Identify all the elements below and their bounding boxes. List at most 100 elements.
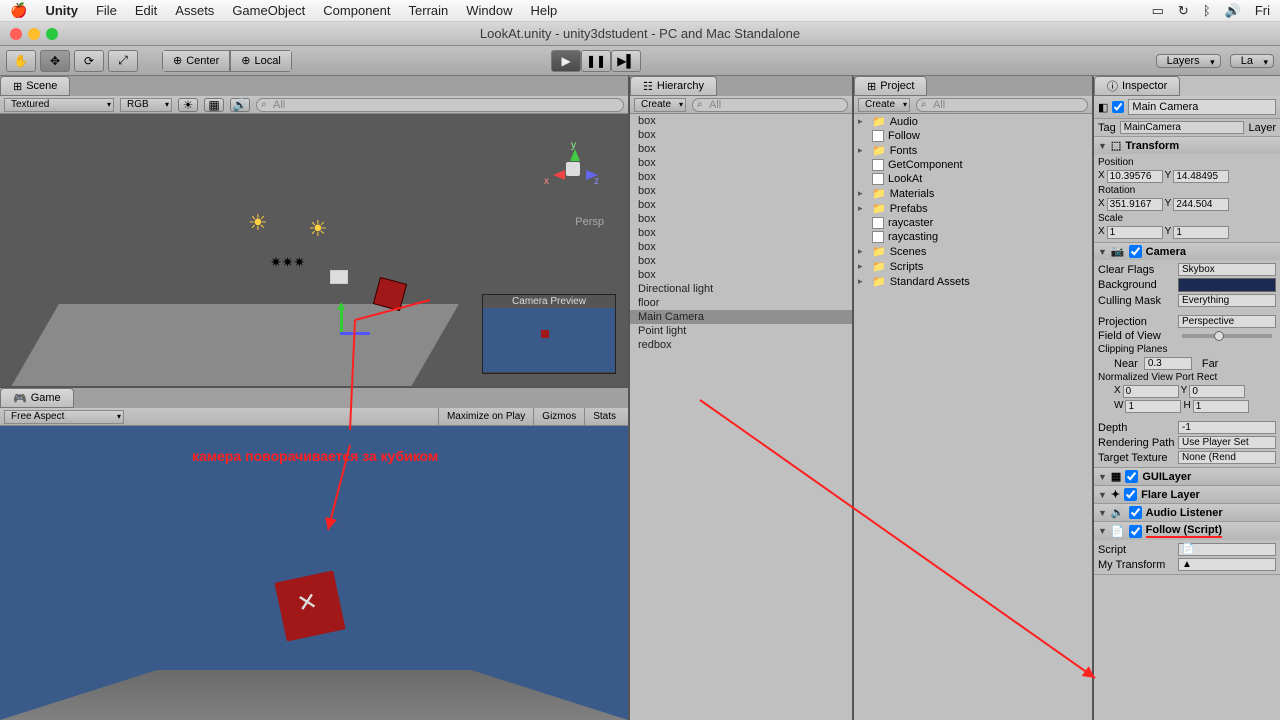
hierarchy-search[interactable]: All	[692, 98, 848, 112]
clock[interactable]: Fri	[1255, 3, 1270, 18]
pos-y-field[interactable]	[1173, 170, 1229, 183]
apple-icon[interactable]: 🍎	[10, 2, 27, 19]
fx-toggle[interactable]: ▦	[204, 98, 224, 112]
scene-search[interactable]: All	[256, 98, 624, 112]
scale-x-field[interactable]	[1107, 226, 1163, 239]
rendermode-dropdown[interactable]: RGB	[120, 98, 172, 112]
hierarchy-item[interactable]: floor	[630, 296, 852, 310]
light-icon[interactable]: ☀	[248, 210, 268, 236]
hierarchy-item[interactable]: box	[630, 198, 852, 212]
rot-y-field[interactable]	[1173, 198, 1229, 211]
menu-gameobject[interactable]: GameObject	[232, 3, 305, 18]
gizmo-y-axis[interactable]	[340, 304, 343, 334]
scale-y-field[interactable]	[1173, 226, 1229, 239]
maximize-button[interactable]: Maximize on Play	[438, 408, 533, 425]
hierarchy-item[interactable]: box	[630, 128, 852, 142]
game-view[interactable]: камера поворачивается за кубиком	[0, 426, 628, 720]
project-item[interactable]: ▸Scenes	[854, 244, 1092, 259]
hierarchy-item[interactable]: redbox	[630, 338, 852, 352]
scale-tool-button[interactable]: ⤢	[108, 50, 138, 72]
menu-file[interactable]: File	[96, 3, 117, 18]
orientation-gizmo[interactable]: y x z	[538, 134, 608, 204]
vp-w-field[interactable]	[1125, 400, 1181, 413]
culling-dropdown[interactable]: Everything	[1178, 294, 1276, 307]
camera-header[interactable]: ▼📷 Camera	[1094, 243, 1280, 260]
layout-dropdown[interactable]: La	[1230, 54, 1274, 68]
move-tool-button[interactable]: ✥	[40, 50, 70, 72]
hierarchy-item[interactable]: box	[630, 212, 852, 226]
stats-button[interactable]: Stats	[584, 408, 624, 425]
hierarchy-item[interactable]: box	[630, 268, 852, 282]
shading-dropdown[interactable]: Textured	[4, 98, 114, 112]
bluetooth-icon[interactable]: ᛒ	[1203, 3, 1211, 18]
tag-dropdown[interactable]: MainCamera	[1120, 121, 1245, 134]
project-tab[interactable]: ⊞ Project	[854, 76, 927, 96]
hierarchy-item[interactable]: Directional light	[630, 282, 852, 296]
zoom-icon[interactable]	[46, 28, 58, 40]
project-item[interactable]: ▸Fonts	[854, 143, 1092, 158]
mytransform-field[interactable]: ▲	[1178, 558, 1276, 571]
hierarchy-create-dropdown[interactable]: Create	[634, 98, 686, 112]
near-field[interactable]	[1144, 357, 1192, 370]
game-tab[interactable]: 🎮 Game	[0, 388, 74, 408]
menu-help[interactable]: Help	[531, 3, 558, 18]
hierarchy-item[interactable]: box	[630, 226, 852, 240]
menu-window[interactable]: Window	[466, 3, 512, 18]
hierarchy-item[interactable]: box	[630, 114, 852, 128]
project-item[interactable]: raycaster	[854, 216, 1092, 230]
project-item[interactable]: LookAt	[854, 172, 1092, 186]
pivot-button[interactable]: ⊕ Center	[162, 50, 230, 72]
hierarchy-item[interactable]: box	[630, 156, 852, 170]
step-button[interactable]: ▶▌	[611, 50, 641, 72]
pos-x-field[interactable]	[1107, 170, 1163, 183]
audio-toggle[interactable]: 🔊	[230, 98, 250, 112]
target-field[interactable]: None (Rend	[1178, 451, 1276, 464]
light-icon[interactable]: ☀	[308, 216, 328, 242]
project-item[interactable]: ▸Prefabs	[854, 201, 1092, 216]
audio-header[interactable]: ▼🔊 Audio Listener	[1094, 504, 1280, 521]
layers-dropdown[interactable]: Layers	[1156, 54, 1221, 68]
gizmo-x-axis[interactable]	[340, 332, 370, 335]
project-item[interactable]: ▸Scripts	[854, 259, 1092, 274]
timemachine-icon[interactable]: ↻	[1178, 3, 1189, 19]
minimize-icon[interactable]	[28, 28, 40, 40]
project-item[interactable]: ▸Standard Assets	[854, 274, 1092, 289]
project-list[interactable]: ▸AudioFollow▸FontsGetComponentLookAt▸Mat…	[854, 114, 1092, 720]
close-icon[interactable]	[10, 28, 22, 40]
volume-icon[interactable]: 🔊	[1225, 3, 1241, 19]
rot-x-field[interactable]	[1107, 198, 1163, 211]
flare-header[interactable]: ▼✦ Flare Layer	[1094, 486, 1280, 503]
transform-header[interactable]: ▼⬚ Transform	[1094, 137, 1280, 154]
gizmos-button[interactable]: Gizmos	[533, 408, 584, 425]
menu-assets[interactable]: Assets	[175, 3, 214, 18]
hierarchy-item[interactable]: box	[630, 170, 852, 184]
hierarchy-item[interactable]: box	[630, 142, 852, 156]
hierarchy-item[interactable]: Main Camera	[630, 310, 852, 324]
projection-dropdown[interactable]: Perspective	[1178, 315, 1276, 328]
active-checkbox[interactable]	[1112, 101, 1124, 113]
handle-button[interactable]: ⊕ Local	[230, 50, 292, 72]
vp-x-field[interactable]	[1123, 385, 1179, 398]
project-item[interactable]: Follow	[854, 129, 1092, 143]
display-icon[interactable]: ▭	[1152, 3, 1164, 19]
clearflags-dropdown[interactable]: Skybox	[1178, 263, 1276, 276]
rotate-tool-button[interactable]: ⟳	[74, 50, 104, 72]
fov-slider[interactable]	[1182, 334, 1272, 338]
project-item[interactable]: ▸Audio	[854, 114, 1092, 129]
guilayer-header[interactable]: ▼▦ GUILayer	[1094, 468, 1280, 485]
script-field[interactable]: 📄	[1178, 543, 1276, 556]
background-color[interactable]	[1178, 278, 1276, 292]
vp-y-field[interactable]	[1189, 385, 1245, 398]
menu-edit[interactable]: Edit	[135, 3, 157, 18]
hierarchy-item[interactable]: Point light	[630, 324, 852, 338]
hierarchy-tab[interactable]: ☷ Hierarchy	[630, 76, 717, 96]
project-item[interactable]: raycasting	[854, 230, 1092, 244]
hierarchy-item[interactable]: box	[630, 240, 852, 254]
project-create-dropdown[interactable]: Create	[858, 98, 910, 112]
depth-field[interactable]	[1178, 421, 1276, 434]
hand-tool-button[interactable]: ✋	[6, 50, 36, 72]
aspect-dropdown[interactable]: Free Aspect	[4, 410, 124, 424]
hierarchy-item[interactable]: box	[630, 184, 852, 198]
menu-terrain[interactable]: Terrain	[409, 3, 449, 18]
project-item[interactable]: ▸Materials	[854, 186, 1092, 201]
